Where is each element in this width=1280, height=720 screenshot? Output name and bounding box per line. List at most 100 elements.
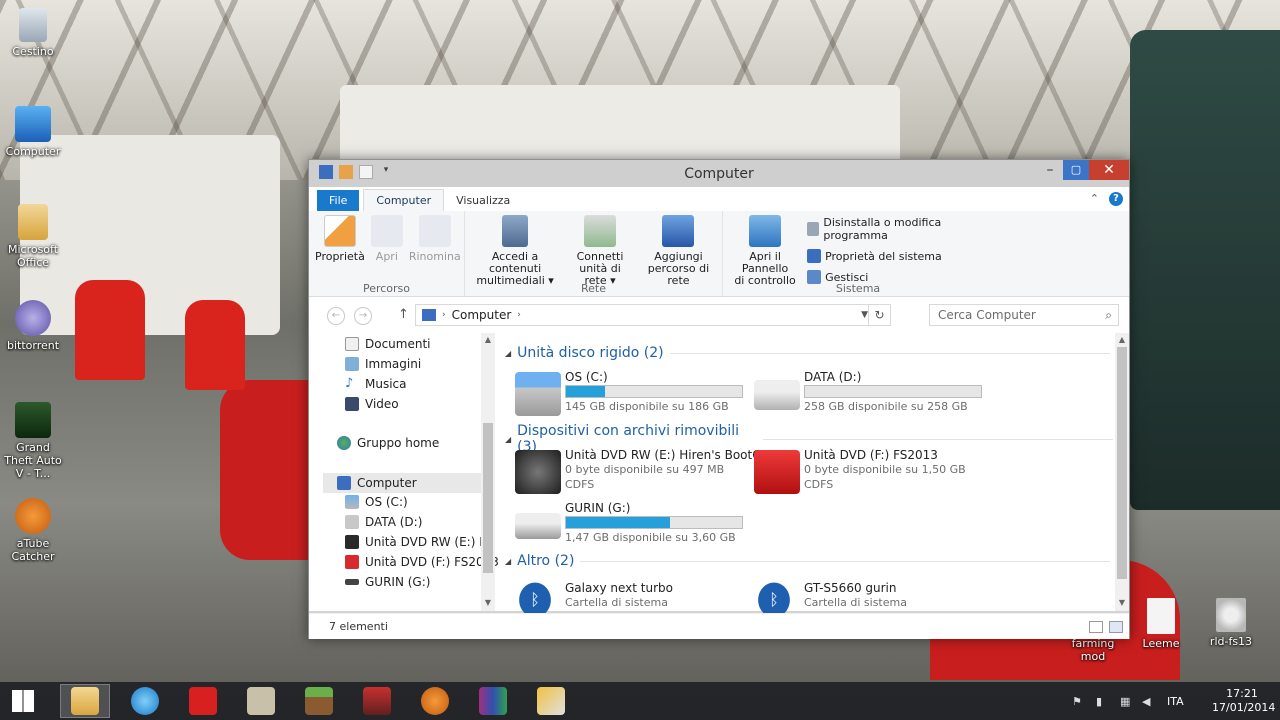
nav-item-video[interactable]: Video xyxy=(345,397,399,411)
folder-icon xyxy=(18,204,48,240)
nav-item-dvd-e[interactable]: Unità DVD RW (E:) Hiren xyxy=(345,535,481,549)
scroll-up-icon[interactable]: ▲ xyxy=(1115,335,1129,344)
taskbar-internet-explorer[interactable] xyxy=(120,684,170,718)
media-server-icon xyxy=(502,215,529,247)
taskbar-farming-simulator[interactable] xyxy=(352,684,402,718)
section-header[interactable]: ◢ Altro (2) xyxy=(505,553,1111,569)
flag-icon[interactable]: ⚑ xyxy=(1072,695,1084,708)
scroll-up-icon[interactable]: ▲ xyxy=(481,335,495,344)
nav-item-immagini[interactable]: Immagini xyxy=(345,357,421,371)
usb-icon[interactable]: ▮ xyxy=(1096,695,1108,708)
usb-drive-icon xyxy=(345,579,359,585)
address-bar[interactable]: › Computer › ▼ ↻ xyxy=(415,304,891,326)
scroll-down-icon[interactable]: ▼ xyxy=(1115,598,1129,607)
help-icon[interactable]: ? xyxy=(1109,192,1123,206)
collapse-triangle-icon: ◢ xyxy=(505,348,512,358)
disc-image-icon xyxy=(1216,598,1246,632)
drive-dvd-f[interactable]: Unità DVD (F:) FS2013 0 byte disponibile… xyxy=(754,448,984,496)
desktop-icon-leeme[interactable]: Leeme xyxy=(1128,598,1194,650)
desktop-icon-cestino[interactable]: Cestino xyxy=(0,8,66,58)
search-input[interactable]: Cerca Computer ⌕ xyxy=(929,304,1119,326)
internet-explorer-icon xyxy=(131,687,159,715)
scroll-thumb[interactable] xyxy=(1117,347,1127,579)
uninstall-program-button[interactable]: Disinstalla o modifica programma xyxy=(807,216,987,242)
forward-button[interactable]: → xyxy=(354,307,372,325)
nav-scrollbar[interactable]: ▲ ▼ xyxy=(481,333,495,611)
large-icons-view-icon[interactable] xyxy=(1109,621,1123,633)
up-button[interactable]: ↑ xyxy=(398,307,409,322)
drive-os-c[interactable]: OS (C:) 145 GB disponibile su 186 GB xyxy=(515,370,745,418)
nav-item-data-d[interactable]: DATA (D:) xyxy=(345,515,422,529)
bittorrent-icon xyxy=(15,300,51,336)
farming-simulator-icon xyxy=(363,687,391,715)
nav-item-documenti[interactable]: Documenti xyxy=(345,337,431,351)
chevron-right-icon[interactable]: › xyxy=(442,310,446,320)
taskbar-explorer[interactable] xyxy=(60,684,110,718)
drive-gurin-g[interactable]: GURIN (G:) 1,47 GB disponibile su 3,60 G… xyxy=(515,501,745,549)
back-button[interactable]: ← xyxy=(327,307,345,325)
collapse-triangle-icon: ◢ xyxy=(505,556,512,566)
system-properties-button[interactable]: Proprietà del sistema xyxy=(807,249,987,263)
nav-item-computer[interactable]: Computer xyxy=(323,473,481,493)
explorer-window: ▾ Computer – ▢ ✕ File Computer Visualizz… xyxy=(308,159,1130,639)
drive-dvd-e[interactable]: Unità DVD RW (E:) Hiren's BootCD 0 byte … xyxy=(515,448,770,496)
wallpaper-person xyxy=(75,280,145,380)
properties-icon xyxy=(323,215,356,247)
desktop-icon-rld-fs13[interactable]: rld-fs13 xyxy=(1198,598,1264,648)
taskbar-app[interactable] xyxy=(236,684,286,718)
nav-item-gurin-g[interactable]: GURIN (G:) xyxy=(345,575,430,589)
start-button[interactable] xyxy=(0,684,46,718)
network-icon[interactable]: ▦ xyxy=(1120,695,1132,708)
close-button[interactable]: ✕ xyxy=(1089,160,1129,180)
nav-item-musica[interactable]: ♪ Musica xyxy=(345,377,407,391)
wallpaper-person xyxy=(185,300,245,390)
minimize-button[interactable]: – xyxy=(1041,160,1059,180)
desktop-icon-computer[interactable]: Computer xyxy=(0,106,66,158)
details-view-icon[interactable] xyxy=(1089,621,1103,633)
content-scrollbar[interactable]: ▲ ▼ xyxy=(1115,333,1129,611)
collapse-ribbon-icon[interactable]: ⌃ xyxy=(1090,192,1099,206)
drive-data-d[interactable]: DATA (D:) 258 GB disponibile su 258 GB xyxy=(754,370,984,418)
chevron-right-icon[interactable]: › xyxy=(517,310,521,320)
taskbar-avira[interactable] xyxy=(178,684,228,718)
network-drive-icon xyxy=(584,215,617,247)
tab-computer[interactable]: Computer xyxy=(363,189,445,211)
windows-drive-icon xyxy=(515,372,561,416)
desktop-icon-gta[interactable]: Grand Theft Auto V - T... xyxy=(0,402,66,480)
drive-usage-bar xyxy=(804,385,982,398)
usb-drive-icon xyxy=(515,513,561,539)
refresh-button[interactable]: ↻ xyxy=(868,305,890,325)
computer-icon xyxy=(15,106,51,142)
maximize-button[interactable]: ▢ xyxy=(1063,160,1089,180)
desktop-icon-office[interactable]: Microsoft Office xyxy=(0,204,66,269)
tab-visualizza[interactable]: Visualizza xyxy=(444,190,522,211)
taskbar-app2[interactable] xyxy=(526,684,576,718)
desktop-icon-atube[interactable]: aTube Catcher xyxy=(0,498,66,563)
title-bar[interactable]: ▾ Computer – ▢ ✕ xyxy=(309,160,1129,187)
rename-icon xyxy=(418,215,451,247)
taskbar-minecraft[interactable] xyxy=(294,684,344,718)
desktop-icon-bittorrent[interactable]: bittorrent xyxy=(0,300,66,352)
language-indicator[interactable]: ITA xyxy=(1167,695,1184,708)
drive-icon xyxy=(345,495,359,509)
tab-file[interactable]: File xyxy=(317,190,360,211)
navigation-pane: Documenti Immagini ♪ Musica Video Gruppo… xyxy=(309,333,499,611)
search-icon: ⌕ xyxy=(1105,308,1112,322)
pictures-icon xyxy=(345,357,359,371)
wallpaper-truck xyxy=(1130,30,1280,510)
breadcrumb-computer[interactable]: Computer xyxy=(452,308,512,322)
chevron-down-icon[interactable]: ▼ xyxy=(861,310,868,320)
network-location-icon xyxy=(662,215,695,247)
nav-item-gruppo-home[interactable]: Gruppo home xyxy=(337,436,439,450)
section-header[interactable]: ◢ Unità disco rigido (2) xyxy=(505,345,1110,361)
scroll-thumb[interactable] xyxy=(483,423,493,573)
clock[interactable]: 17:21 17/01/2014 xyxy=(1212,687,1275,715)
scroll-down-icon[interactable]: ▼ xyxy=(481,598,495,607)
taskbar-winrar[interactable] xyxy=(468,684,518,718)
nav-item-dvd-f[interactable]: Unità DVD (F:) FS2013 xyxy=(345,555,499,569)
taskbar-atube-catcher[interactable] xyxy=(410,684,460,718)
uninstall-icon xyxy=(807,222,820,236)
nav-item-os-c[interactable]: OS (C:) xyxy=(345,495,408,509)
taskbar: ⚑ ▮ ▦ ◀ ITA 17:21 17/01/2014 xyxy=(0,682,1280,720)
volume-icon[interactable]: ◀ xyxy=(1142,695,1154,708)
